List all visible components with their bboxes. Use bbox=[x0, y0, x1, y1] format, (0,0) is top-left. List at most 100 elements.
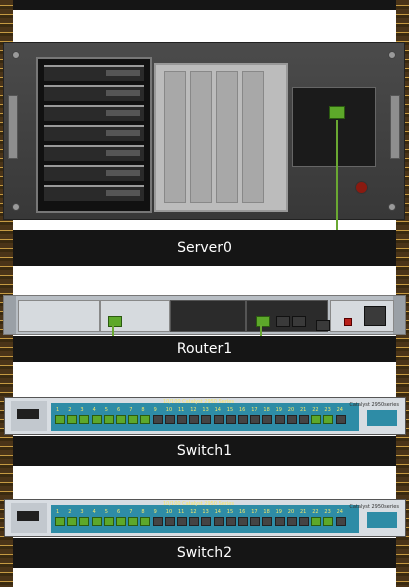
router-port[interactable] bbox=[276, 316, 290, 327]
switch-port[interactable] bbox=[152, 415, 163, 424]
server-media-bay bbox=[154, 63, 288, 212]
switch-port[interactable] bbox=[323, 415, 334, 424]
port-number-label: 7 bbox=[129, 407, 133, 413]
device-label-switch2: Switch2 bbox=[13, 538, 396, 568]
port-number-label: 20 bbox=[287, 407, 295, 413]
hard-drive bbox=[44, 85, 144, 101]
device-label-switch1: Switch1 bbox=[13, 436, 396, 466]
switch-brand-label: Catalyst 2950series bbox=[349, 504, 399, 510]
power-switch-icon[interactable] bbox=[344, 318, 352, 326]
switch-port[interactable] bbox=[103, 517, 114, 526]
switch-port[interactable] bbox=[128, 517, 139, 526]
switch-port[interactable] bbox=[286, 517, 297, 526]
server-handle-right bbox=[390, 95, 400, 159]
rack-top-panel bbox=[13, 0, 396, 10]
port-number-label: 15 bbox=[226, 407, 234, 413]
switch-port[interactable] bbox=[323, 517, 334, 526]
router-port[interactable] bbox=[256, 316, 270, 327]
switch-port[interactable] bbox=[91, 517, 102, 526]
hard-drive bbox=[44, 145, 144, 161]
switch-port[interactable] bbox=[116, 517, 126, 526]
switch-port[interactable] bbox=[299, 415, 309, 424]
switch-port[interactable] bbox=[213, 415, 224, 424]
switch-port[interactable] bbox=[274, 517, 285, 526]
media-slot bbox=[190, 71, 212, 203]
port-number-label: 24 bbox=[336, 407, 343, 413]
port-number-label: 1 bbox=[56, 509, 60, 515]
switch-port[interactable] bbox=[177, 415, 187, 424]
switch-port[interactable] bbox=[152, 517, 163, 526]
switch-port[interactable] bbox=[91, 415, 102, 424]
switch2-chassis[interactable]: 10/100 Catalyst 2950 Series Catalyst 295… bbox=[4, 499, 406, 537]
port-number-label: 9 bbox=[153, 407, 157, 413]
router-port[interactable] bbox=[108, 316, 122, 327]
switch-port[interactable] bbox=[201, 517, 212, 526]
port-number-label: 6 bbox=[117, 407, 121, 413]
switch-port[interactable] bbox=[116, 415, 126, 424]
rack-gap bbox=[13, 568, 396, 587]
server-ethernet-port[interactable] bbox=[329, 106, 345, 119]
router-ear-right bbox=[393, 296, 405, 334]
port-number-label: 19 bbox=[275, 509, 282, 515]
cisco-logo-icon bbox=[11, 503, 47, 533]
switch-port[interactable] bbox=[164, 415, 175, 424]
port-number-label: 21 bbox=[300, 407, 307, 413]
switch-port[interactable] bbox=[335, 415, 346, 424]
switch-port[interactable] bbox=[140, 517, 151, 526]
router-port[interactable] bbox=[316, 320, 330, 331]
switch-port[interactable] bbox=[213, 517, 224, 526]
switch-port[interactable] bbox=[67, 517, 78, 526]
switch-port[interactable] bbox=[286, 415, 297, 424]
port-number-label: 21 bbox=[300, 509, 307, 515]
switch-port[interactable] bbox=[103, 415, 114, 424]
switch-port[interactable] bbox=[189, 517, 200, 526]
port-number-label: 15 bbox=[226, 509, 234, 515]
switch-port[interactable] bbox=[55, 415, 65, 424]
server-nic-module bbox=[292, 87, 376, 167]
switch-port[interactable] bbox=[189, 415, 200, 424]
switch-port[interactable] bbox=[79, 517, 90, 526]
switch-port[interactable] bbox=[164, 517, 175, 526]
ethernet-cable bbox=[336, 120, 338, 238]
switch-brand-label: Catalyst 2950series bbox=[349, 402, 399, 408]
switch-port[interactable] bbox=[177, 517, 187, 526]
switch-port[interactable] bbox=[238, 415, 248, 424]
equipment-rack: Server0 Router1 10/100 Catalyst 2950 Ser… bbox=[0, 0, 409, 587]
switch-port[interactable] bbox=[299, 517, 309, 526]
switch-port[interactable] bbox=[225, 517, 236, 526]
switch-port[interactable] bbox=[262, 517, 273, 526]
router-port[interactable] bbox=[292, 316, 306, 327]
router-slot bbox=[18, 300, 100, 332]
switch-port[interactable] bbox=[238, 517, 248, 526]
switch-port[interactable] bbox=[311, 415, 322, 424]
router-chassis[interactable] bbox=[3, 295, 406, 335]
switch-port[interactable] bbox=[311, 517, 322, 526]
port-number-label: 8 bbox=[141, 407, 145, 413]
router-slot bbox=[170, 300, 246, 332]
switch-port[interactable] bbox=[225, 415, 236, 424]
switch-port[interactable] bbox=[67, 415, 78, 424]
port-number-label: 11 bbox=[178, 407, 185, 413]
switch-port[interactable] bbox=[201, 415, 212, 424]
switch-port[interactable] bbox=[128, 415, 139, 424]
switch-port[interactable] bbox=[140, 415, 151, 424]
switch-port[interactable] bbox=[79, 415, 90, 424]
port-number-label: 11 bbox=[178, 509, 185, 515]
port-number-label: 23 bbox=[324, 509, 331, 515]
cisco-logo-icon bbox=[11, 401, 47, 431]
switch-port[interactable] bbox=[262, 415, 273, 424]
port-number-label: 18 bbox=[263, 407, 270, 413]
switch-model-label: 10/100 Catalyst 2950 Series bbox=[163, 501, 234, 507]
port-number-label: 1 bbox=[56, 407, 60, 413]
server-chassis[interactable] bbox=[3, 42, 405, 220]
switch-port[interactable] bbox=[250, 415, 261, 424]
power-button[interactable] bbox=[355, 181, 368, 194]
port-number-label: 4 bbox=[92, 407, 96, 413]
switch-port[interactable] bbox=[274, 415, 285, 424]
switch-port[interactable] bbox=[250, 517, 261, 526]
switch1-chassis[interactable]: 10/100 Catalyst 2950 Series Catalyst 295… bbox=[4, 397, 406, 435]
switch-port[interactable] bbox=[335, 517, 346, 526]
port-number-label: 18 bbox=[263, 509, 270, 515]
switch-port[interactable] bbox=[55, 517, 65, 526]
rack-gap bbox=[13, 266, 396, 294]
